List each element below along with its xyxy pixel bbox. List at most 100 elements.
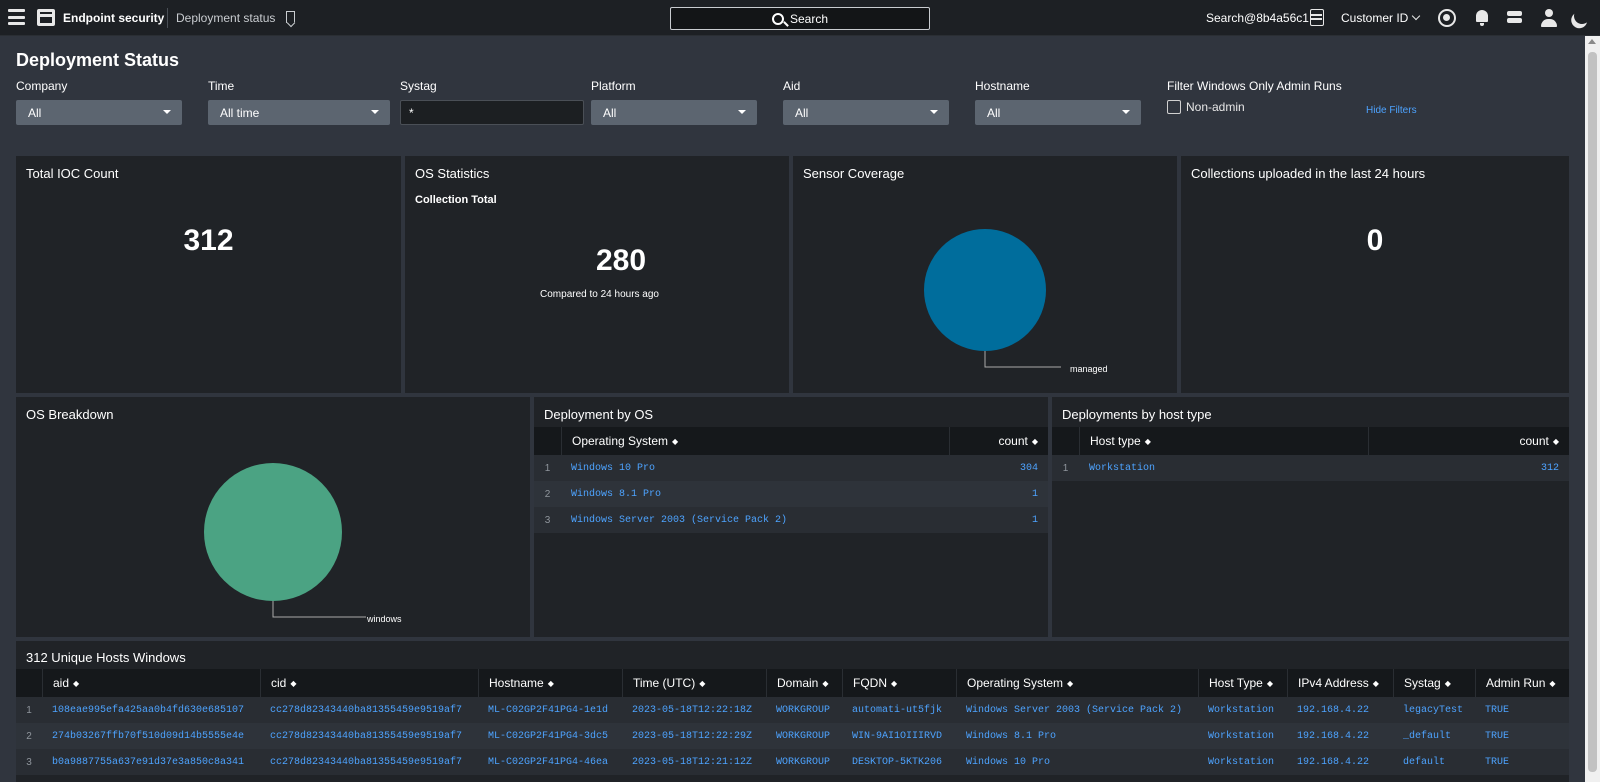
os-cell[interactable]: Windows 10 Pro xyxy=(561,455,949,481)
count-cell[interactable]: 304 xyxy=(949,455,1048,481)
company-select[interactable]: All xyxy=(16,100,182,125)
filter-aid: Aid All xyxy=(783,79,949,125)
column-header[interactable]: IPv4 Address ◆ xyxy=(1287,669,1393,697)
aid-select[interactable]: All xyxy=(783,100,949,125)
domain-cell[interactable]: WORKGROUP xyxy=(766,697,842,723)
apps-icon[interactable] xyxy=(1506,9,1524,27)
bell-icon[interactable] xyxy=(1473,9,1491,27)
chevron-down-icon xyxy=(1412,11,1421,21)
admin-cell[interactable]: TRUE xyxy=(1475,697,1569,723)
ipv4-cell[interactable]: 192.168.4.22 xyxy=(1287,697,1393,723)
fqdn-cell[interactable]: DESKTOP-5KTK206 xyxy=(842,749,956,775)
os-cell[interactable]: Windows 8.1 Pro xyxy=(956,723,1198,749)
time-select[interactable]: All time xyxy=(208,100,390,125)
column-header[interactable]: Admin Run ◆ xyxy=(1475,669,1569,697)
column-header[interactable]: Host Type ◆ xyxy=(1198,669,1287,697)
column-header[interactable]: Systag ◆ xyxy=(1393,669,1475,697)
column-header[interactable]: Operating System ◆ xyxy=(956,669,1198,697)
os-cell[interactable]: Windows 10 Pro xyxy=(956,749,1198,775)
host-type-cell[interactable]: Workstation xyxy=(1198,697,1287,723)
user-icon[interactable] xyxy=(1540,9,1558,27)
pie-leader-line xyxy=(984,351,1061,368)
host-type-cell[interactable]: Workstation xyxy=(1198,723,1287,749)
os-cell[interactable]: Windows 8.1 Pro xyxy=(561,481,949,507)
host-type-cell[interactable]: Workstation xyxy=(1079,455,1368,481)
table-row[interactable]: 1 Windows 10 Pro 304 xyxy=(534,455,1048,481)
admin-cell[interactable]: TRUE xyxy=(1475,749,1569,775)
time-cell[interactable]: 2023-05-18T12:22:29Z xyxy=(622,723,766,749)
column-header[interactable]: Hostname ◆ xyxy=(478,669,622,697)
hostname-cell[interactable]: ML-C02GP2F41PG4-3dc5 xyxy=(478,723,622,749)
host-type-cell[interactable]: Workstation xyxy=(1198,749,1287,775)
count-cell[interactable]: 1 xyxy=(949,507,1048,533)
platform-select[interactable]: All xyxy=(591,100,757,125)
bookmark-icon[interactable] xyxy=(286,11,295,23)
column-header[interactable]: aid ◆ xyxy=(42,669,260,697)
top-bar: Endpoint security Deployment status Sear… xyxy=(0,0,1600,36)
table-row[interactable]: 1 Workstation 312 xyxy=(1052,455,1569,481)
table-row[interactable]: 2 Windows 8.1 Pro 1 xyxy=(534,481,1048,507)
ipv4-cell[interactable]: 192.168.4.22 xyxy=(1287,749,1393,775)
menu-icon[interactable] xyxy=(8,9,25,25)
systag-input[interactable] xyxy=(400,100,584,125)
table-row[interactable]: 3 Windows Server 2003 (Service Pack 2) 1 xyxy=(534,507,1048,533)
column-header[interactable]: Host type ◆ xyxy=(1079,427,1368,455)
non-admin-toggle[interactable]: Non-admin xyxy=(1167,100,1367,114)
app-title[interactable]: Endpoint security xyxy=(63,11,164,25)
column-header[interactable]: Domain ◆ xyxy=(766,669,842,697)
pie-slice-windows[interactable] xyxy=(204,463,342,601)
column-header[interactable]: Time (UTC) ◆ xyxy=(622,669,766,697)
table-row[interactable]: 1 108eae995efa425aa0b4fd630e685107 cc278d8… xyxy=(16,697,1569,723)
fqdn-cell[interactable]: automati-ut5fjk xyxy=(842,697,956,723)
scrollbar[interactable] xyxy=(1585,36,1600,782)
database-icon[interactable] xyxy=(1310,9,1324,26)
fqdn-cell[interactable]: WIN-9AI1OIIIRVD xyxy=(842,723,956,749)
os-cell[interactable]: Windows Server 2003 (Service Pack 2) xyxy=(956,697,1198,723)
systag-cell[interactable]: default xyxy=(1393,749,1475,775)
non-admin-checkbox[interactable] xyxy=(1167,100,1181,114)
scroll-up-icon[interactable] xyxy=(1588,39,1596,44)
customer-id-dropdown[interactable]: Customer ID xyxy=(1341,11,1421,25)
count-cell[interactable]: 1 xyxy=(949,481,1048,507)
column-header[interactable]: count ◆ xyxy=(949,427,1048,455)
filter-systag: Systag xyxy=(400,79,584,125)
cid-cell[interactable]: cc278d82343440ba81355459e9519af7 xyxy=(260,723,478,749)
os-cell[interactable]: Windows Server 2003 (Service Pack 2) xyxy=(561,507,949,533)
activity-icon[interactable] xyxy=(1438,9,1456,27)
time-cell[interactable]: 2023-05-18T12:22:18Z xyxy=(622,697,766,723)
table-header: aid ◆ cid ◆ Hostname ◆ Time (UTC) ◆ Domain ◆ FQDN ◆… xyxy=(16,669,1569,697)
hostname-select[interactable]: All xyxy=(975,100,1141,125)
domain-cell[interactable]: WORKGROUP xyxy=(766,749,842,775)
row-number: 1 xyxy=(26,704,32,716)
scroll-thumb[interactable] xyxy=(1588,52,1597,772)
search-button[interactable]: Search xyxy=(670,7,930,30)
admin-cell[interactable]: TRUE xyxy=(1475,723,1569,749)
table-row[interactable]: 3 b0a9887755a637e91d37e3a850c8a341 cc278d8… xyxy=(16,749,1569,775)
user-label[interactable]: Search@8b4a56c1 xyxy=(1206,11,1309,25)
column-header[interactable]: cid ◆ xyxy=(260,669,478,697)
time-cell[interactable]: 2023-05-18T12:21:12Z xyxy=(622,749,766,775)
ipv4-cell[interactable]: 192.168.4.22 xyxy=(1287,723,1393,749)
table-row[interactable]: 2 274b03267ffb70f510d09d14b5555e4e cc278d8… xyxy=(16,723,1569,749)
column-label: Time (UTC) xyxy=(633,676,696,690)
moon-icon[interactable] xyxy=(1572,6,1593,27)
systag-cell[interactable]: _default xyxy=(1393,723,1475,749)
hostname-cell[interactable]: ML-C02GP2F41PG4-46ea xyxy=(478,749,622,775)
hostname-cell[interactable]: ML-C02GP2F41PG4-1e1d xyxy=(478,697,622,723)
app-icon xyxy=(37,9,55,26)
aid-cell[interactable]: 108eae995efa425aa0b4fd630e685107 xyxy=(42,697,260,723)
domain-cell[interactable]: WORKGROUP xyxy=(766,723,842,749)
column-header[interactable]: Operating System ◆ xyxy=(561,427,949,455)
aid-cell[interactable]: b0a9887755a637e91d37e3a850c8a341 xyxy=(42,749,260,775)
column-header[interactable]: count ◆ xyxy=(1368,427,1569,455)
count-cell[interactable]: 312 xyxy=(1368,455,1569,481)
pie-slice-managed[interactable] xyxy=(924,229,1046,351)
cid-cell[interactable]: cc278d82343440ba81355459e9519af7 xyxy=(260,697,478,723)
systag-cell[interactable]: legacyTest xyxy=(1393,697,1475,723)
aid-cell[interactable]: 274b03267ffb70f510d09d14b5555e4e xyxy=(42,723,260,749)
column-header[interactable]: FQDN ◆ xyxy=(842,669,956,697)
cid-cell[interactable]: cc278d82343440ba81355459e9519af7 xyxy=(260,749,478,775)
pie-leader-line xyxy=(272,601,366,618)
panel-title: OS Statistics xyxy=(415,166,490,181)
hide-filters-link[interactable]: Hide Filters xyxy=(1366,105,1417,116)
